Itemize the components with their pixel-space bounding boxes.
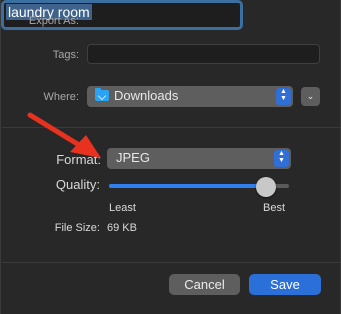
red-arrow-annotation (27, 112, 101, 158)
export-dialog: Export As: laundry room Tags: Where: Dow… (0, 0, 341, 314)
